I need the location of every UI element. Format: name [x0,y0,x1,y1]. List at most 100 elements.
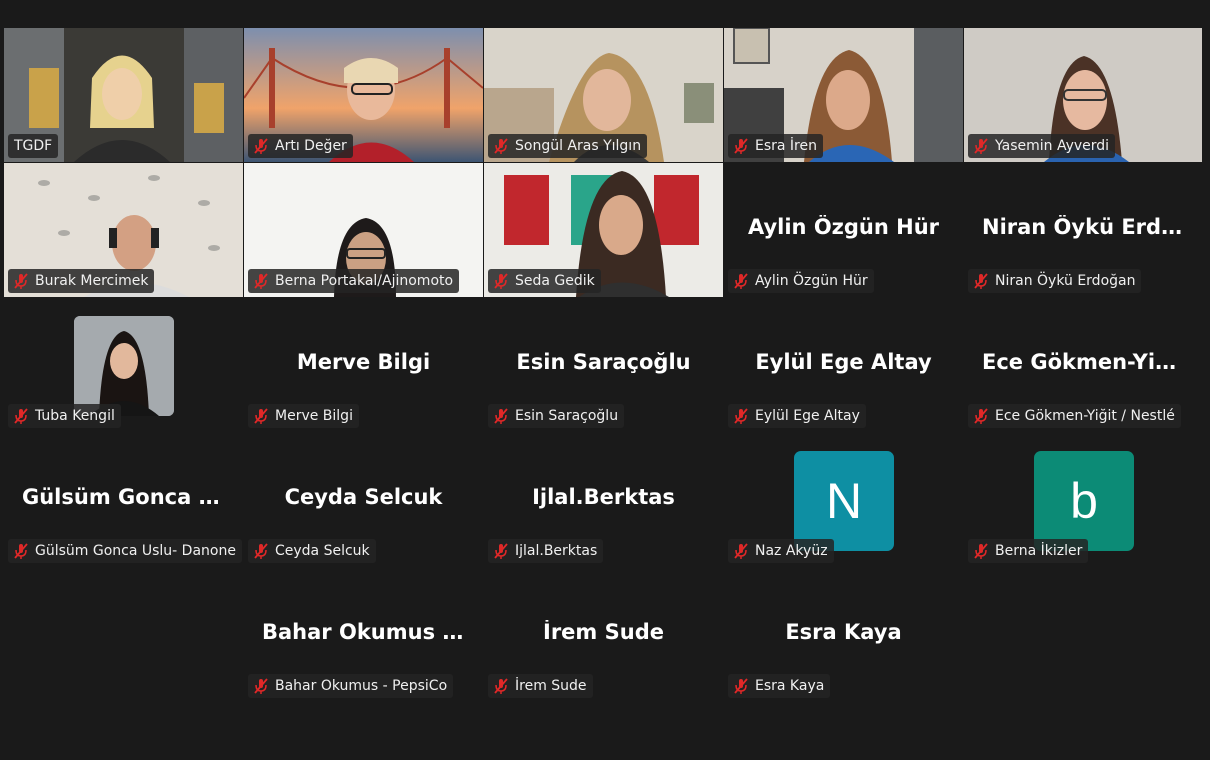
participant-tile[interactable]: Esin Saraçoğlu Esin Saraçoğlu [484,298,723,432]
participant-tile[interactable]: Songül Aras Yılgın [484,28,723,162]
muted-microphone-icon [254,543,268,559]
muted-microphone-icon [494,408,508,424]
participant-big-name: Ijlal.Berktas [532,485,675,509]
participant-name-label: Naz Akyüz [728,539,834,563]
muted-microphone-icon [494,138,508,154]
participant-tile[interactable]: Merve Bilgi Merve Bilgi [244,298,483,432]
muted-microphone-icon [494,678,508,694]
participant-big-name: Eylül Ege Altay [755,350,932,374]
participant-name: Bahar Okumus - PepsiCo [275,678,448,694]
participant-tile[interactable]: Gülsüm Gonca Uslu- Danone Gülsüm Gonca U… [4,433,243,567]
participant-name-label: Aylin Özgün Hür [728,269,874,293]
participant-big-name: Aylin Özgün Hür [747,215,940,239]
participant-name-label: Bahar Okumus - PepsiCo [248,674,454,698]
participant-tile[interactable]: Artı Değer [244,28,483,162]
participant-name: Ece Gökmen-Yiğit / Nestlé [995,408,1175,424]
participant-name-label: Artı Değer [248,134,353,158]
participant-name-label: Merve Bilgi [248,404,359,428]
participant-name: Seda Gedik [515,273,595,289]
muted-microphone-icon [734,138,748,154]
participant-name-label: İrem Sude [488,674,593,698]
muted-microphone-icon [254,408,268,424]
avatar: b [1034,451,1134,551]
participant-tile[interactable]: Burak Mercimek [4,163,243,297]
avatar: N [794,451,894,551]
muted-microphone-icon [254,273,268,289]
participant-name: Esin Saraçoğlu [515,408,619,424]
participant-tile-tgdf[interactable]: TGDF [4,28,243,162]
participant-tile[interactable]: Niran Öykü Erdoğan Niran Öykü Erdoğan [964,163,1202,297]
participant-big-name: Esra Kaya [785,620,902,644]
muted-microphone-icon [974,408,988,424]
participant-name-label: Esra İren [728,134,823,158]
participant-name-label: Songül Aras Yılgın [488,134,648,158]
participant-name-label: Ceyda Selcuk [248,539,376,563]
participant-name-label: Niran Öykü Erdoğan [968,269,1142,293]
participant-name-label: Berna İkizler [968,539,1089,563]
participant-tile[interactable]: Esra Kaya Esra Kaya [724,568,963,702]
participant-big-name: Esin Saraçoğlu [516,350,691,374]
participant-name-label: Yasemin Ayverdi [968,134,1116,158]
muted-microphone-icon [734,273,748,289]
participant-name-label: Berna Portakal/Ajinomoto [248,269,460,293]
participant-tile[interactable]: Esra İren [724,28,963,162]
muted-microphone-icon [254,138,268,154]
participant-big-name: İrem Sude [543,620,664,644]
participant-big-name: Niran Öykü Erdoğan [982,215,1202,239]
participant-tile[interactable]: Ece Gökmen-Yiğit / Nestlé Ece Gökmen-Yiğ… [964,298,1202,432]
participant-tile[interactable]: Ceyda Selcuk Ceyda Selcuk [244,433,483,567]
participant-name: Ceyda Selcuk [275,543,370,559]
participant-tile[interactable]: Aylin Özgün Hür Aylin Özgün Hür [724,163,963,297]
participant-name-label: Esra Kaya [728,674,831,698]
participant-name: Tuba Kengil [35,408,115,424]
avatar-letter: N [825,473,863,529]
participant-tile[interactable]: Bahar Okumus - PepsiCo Bahar Okumus - Pe… [244,568,483,702]
muted-microphone-icon [734,543,748,559]
participant-name: Berna İkizler [995,543,1083,559]
participant-big-name: Bahar Okumus - PepsiCo [262,620,483,644]
muted-microphone-icon [14,543,28,559]
participant-big-name: Ceyda Selcuk [284,485,443,509]
muted-microphone-icon [974,543,988,559]
participant-name: Burak Mercimek [35,273,149,289]
muted-microphone-icon [974,273,988,289]
participant-tile[interactable]: N Naz Akyüz [724,433,963,567]
participant-name: TGDF [14,138,53,154]
participant-name-label: Esin Saraçoğlu [488,404,625,428]
participant-tile[interactable]: Tuba Kengil [4,298,243,432]
muted-microphone-icon [14,273,28,289]
muted-microphone-icon [254,678,268,694]
participant-tile[interactable]: Eylül Ege Altay Eylül Ege Altay [724,298,963,432]
muted-microphone-icon [14,408,28,424]
participant-name: Ijlal.Berktas [515,543,598,559]
participant-name: İrem Sude [515,678,587,694]
avatar-letter: b [1070,473,1098,529]
participant-name: Gülsüm Gonca Uslu- Danone [35,543,236,559]
participant-name: Esra İren [755,138,817,154]
participant-name-label: Ijlal.Berktas [488,539,604,563]
participant-name: Merve Bilgi [275,408,353,424]
participant-name-label: Gülsüm Gonca Uslu- Danone [8,539,242,563]
participant-name: Yasemin Ayverdi [995,138,1110,154]
participant-tile[interactable]: Ijlal.Berktas Ijlal.Berktas [484,433,723,567]
participant-name: Songül Aras Yılgın [515,138,642,154]
participant-name-label: Eylül Ege Altay [728,404,866,428]
profile-photo [74,316,174,416]
participant-big-name: Gülsüm Gonca Uslu- Danone [22,485,243,509]
participant-tile[interactable]: Yasemin Ayverdi [964,28,1202,162]
participant-name: Eylül Ege Altay [755,408,860,424]
participant-tile[interactable]: Seda Gedik [484,163,723,297]
muted-microphone-icon [494,543,508,559]
participant-big-name: Merve Bilgi [296,350,431,374]
participant-tile[interactable]: Berna Portakal/Ajinomoto [244,163,483,297]
participant-name-label: Ece Gökmen-Yiğit / Nestlé [968,404,1181,428]
participant-name: Esra Kaya [755,678,825,694]
participant-name-label: Seda Gedik [488,269,601,293]
participant-big-name: Ece Gökmen-Yiğit / Nestlé [982,350,1202,374]
muted-microphone-icon [974,138,988,154]
participant-tile[interactable]: İrem Sude İrem Sude [484,568,723,702]
participant-tile[interactable]: b Berna İkizler [964,433,1202,567]
participant-name: Aylin Özgün Hür [755,273,868,289]
muted-microphone-icon [734,408,748,424]
participant-name-label: Burak Mercimek [8,269,155,293]
